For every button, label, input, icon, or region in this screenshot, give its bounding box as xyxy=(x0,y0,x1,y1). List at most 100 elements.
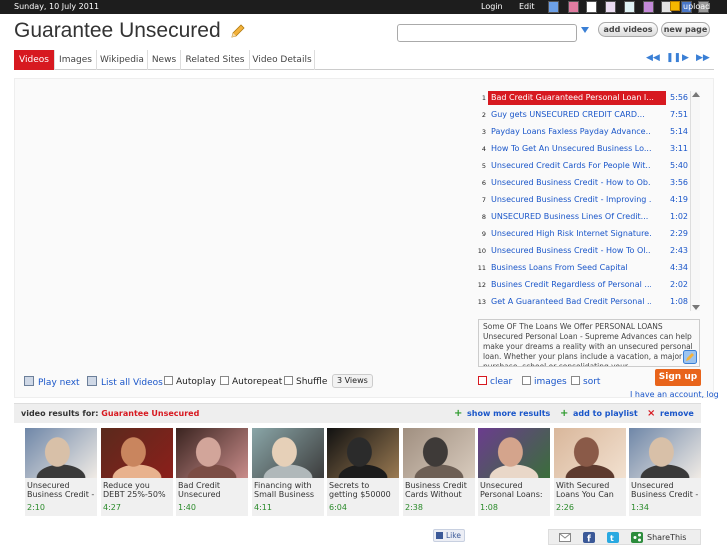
video-thumbnail-image[interactable] xyxy=(176,428,248,478)
video-result-title[interactable]: Reduce you DEBT 25%-50% xyxy=(103,481,172,500)
video-thumbnail-image[interactable] xyxy=(25,428,97,478)
video-result-card[interactable]: Financing with Small Business 4:11 xyxy=(252,428,324,516)
video-result-title[interactable]: Business Credit Cards Without xyxy=(405,481,474,500)
playlist-item[interactable]: 5 Unsecured Credit Cards For People Wit..… xyxy=(476,159,688,174)
playlist-item-title[interactable]: Get A Guaranteed Bad Credit Personal ... xyxy=(491,297,651,306)
video-result-card[interactable]: Unsecured Business Credit - 1:34 xyxy=(629,428,701,516)
new-page-button[interactable]: new page xyxy=(661,22,710,37)
video-thumbnail-image[interactable] xyxy=(252,428,324,478)
images-button[interactable]: images xyxy=(522,376,567,387)
playlist-item[interactable]: 3 Payday Loans Faxless Payday Advance... 5… xyxy=(476,125,688,140)
pencil-edit-icon[interactable] xyxy=(229,24,245,40)
theme-swatch[interactable] xyxy=(643,1,654,13)
playlist-item-title[interactable]: Unsecured High Risk Internet Signature..… xyxy=(491,229,651,238)
video-result-title[interactable]: With Secured Loans You Can xyxy=(556,481,625,500)
video-result-card[interactable]: Secrets to getting $50000 in 80-90 6:04 xyxy=(327,428,399,516)
sharethis-label[interactable]: ShareThis xyxy=(647,533,686,542)
playlist-item-title[interactable]: How To Get An Unsecured Business Lo... xyxy=(491,144,651,153)
playlist-item[interactable]: 12 Busines Credit Regardless of Personal … xyxy=(476,278,688,293)
theme-swatch[interactable] xyxy=(568,1,579,13)
add-videos-button[interactable]: add videos xyxy=(598,22,658,37)
signup-button[interactable]: Sign up xyxy=(655,369,701,386)
theme-swatch[interactable] xyxy=(586,1,597,13)
playlist-item-title[interactable]: Bad Credit Guaranteed Personal Loan I... xyxy=(488,91,666,105)
upload-button[interactable]: upload xyxy=(670,1,710,11)
video-thumbnail-image[interactable] xyxy=(478,428,550,478)
playlist-item[interactable]: 2 Guy gets UNSECURED CREDIT CARD... 7:51 xyxy=(476,108,688,123)
theme-swatch[interactable] xyxy=(548,1,559,13)
video-result-title[interactable]: Secrets to getting $50000 in 80-90 xyxy=(329,481,398,500)
facebook-like-button[interactable]: Like xyxy=(433,529,465,542)
sharethis-icon[interactable] xyxy=(631,532,643,543)
autorepeat-box[interactable] xyxy=(220,376,229,385)
playlist-scrollbar[interactable] xyxy=(690,91,700,311)
playlist-item[interactable]: 1 Bad Credit Guaranteed Personal Loan I..… xyxy=(476,91,688,106)
scroll-down-icon[interactable] xyxy=(692,305,700,310)
add-to-playlist-button[interactable]: + add to playlist xyxy=(560,409,638,419)
clear-button[interactable]: clear xyxy=(478,376,512,387)
video-result-card[interactable]: Business Credit Cards Without 2:38 xyxy=(403,428,475,516)
video-result-title[interactable]: Unsecured Business Credit - xyxy=(631,481,700,500)
previous-icon[interactable]: ◀◀ xyxy=(646,53,660,63)
search-dropdown-arrow-icon[interactable] xyxy=(581,27,589,33)
login-link[interactable]: Login xyxy=(481,2,503,11)
playlist-item[interactable]: 10 Unsecured Business Credit - How To Ol.… xyxy=(476,244,688,259)
playlist-item[interactable]: 4 How To Get An Unsecured Business Lo... 3… xyxy=(476,142,688,157)
playlist-item-title[interactable]: Payday Loans Faxless Payday Advance... xyxy=(491,127,651,136)
playlist-item[interactable]: 11 Business Loans From Seed Capital 4:34 xyxy=(476,261,688,276)
email-share-icon[interactable] xyxy=(559,532,571,543)
tab-images[interactable]: Images xyxy=(55,50,97,70)
playlist-item-title[interactable]: Guy gets UNSECURED CREDIT CARD... xyxy=(491,110,651,119)
play-next-button[interactable]: Play next xyxy=(24,376,80,388)
tab-news[interactable]: News xyxy=(148,50,181,70)
play-icon[interactable]: ▶ xyxy=(682,53,689,63)
tab-video-details[interactable]: Video Details xyxy=(250,50,315,70)
playlist-item-title[interactable]: Business Loans From Seed Capital xyxy=(491,263,651,272)
playlist-item[interactable]: 6 Unsecured Business Credit - How to Ob..… xyxy=(476,176,688,191)
edit-description-icon[interactable] xyxy=(683,350,697,364)
list-all-videos-button[interactable]: List all Videos xyxy=(87,376,163,388)
video-thumbnail-image[interactable] xyxy=(403,428,475,478)
video-result-card[interactable]: Unsecured Business Credit - 2:10 xyxy=(25,428,97,516)
video-result-card[interactable]: Bad Credit Unsecured Loans: Re 1:40 xyxy=(176,428,248,516)
video-result-card[interactable]: With Secured Loans You Can 2:26 xyxy=(554,428,626,516)
autoplay-box[interactable] xyxy=(164,376,173,385)
sort-button[interactable]: sort xyxy=(571,376,600,387)
tab-wikipedia[interactable]: Wikipedia xyxy=(97,50,148,70)
video-thumbnail-image[interactable] xyxy=(629,428,701,478)
video-thumbnail-image[interactable] xyxy=(327,428,399,478)
video-thumbnail-image[interactable] xyxy=(554,428,626,478)
playlist-item-title[interactable]: Busines Credit Regardless of Personal ..… xyxy=(491,280,651,289)
remove-button[interactable]: × remove xyxy=(647,409,694,419)
shuffle-checkbox[interactable]: Shuffle xyxy=(284,376,327,387)
show-more-results-button[interactable]: + show more results xyxy=(454,409,550,419)
scroll-up-icon[interactable] xyxy=(692,92,700,97)
playlist-item[interactable]: 9 Unsecured High Risk Internet Signature.… xyxy=(476,227,688,242)
facebook-share-icon[interactable]: f xyxy=(583,532,595,543)
autorepeat-checkbox[interactable]: Autorepeat xyxy=(220,376,282,387)
search-input[interactable] xyxy=(397,24,577,42)
theme-swatch[interactable] xyxy=(605,1,616,13)
twitter-share-icon[interactable]: t xyxy=(607,532,619,543)
playlist-item-title[interactable]: Unsecured Credit Cards For People Wit... xyxy=(491,161,651,170)
autoplay-checkbox[interactable]: Autoplay xyxy=(164,376,216,387)
next-icon[interactable]: ▶▶ xyxy=(696,53,710,63)
login-account-link[interactable]: I have an account, log xyxy=(630,390,719,399)
playlist-item-title[interactable]: Unsecured Business Credit - How To Ol... xyxy=(491,246,651,255)
playlist-item[interactable]: 13 Get A Guaranteed Bad Credit Personal .… xyxy=(476,295,688,310)
video-result-title[interactable]: Bad Credit Unsecured Loans: Re xyxy=(178,481,247,500)
video-thumbnail-image[interactable] xyxy=(101,428,173,478)
shuffle-box[interactable] xyxy=(284,376,293,385)
edit-link[interactable]: Edit xyxy=(519,2,535,11)
playlist-item-title[interactable]: UNSECURED Business Lines Of Credit... xyxy=(491,212,651,221)
tab-related-sites[interactable]: Related Sites xyxy=(181,50,250,70)
pause-icon[interactable]: ❚❚ xyxy=(666,53,681,63)
playlist-item-title[interactable]: Unsecured Business Credit - How to Ob... xyxy=(491,178,651,187)
video-result-card[interactable]: Unsecured Personal Loans: Get 1:08 xyxy=(478,428,550,516)
playlist-item-title[interactable]: Unsecured Business Credit - Improving ..… xyxy=(491,195,651,204)
video-result-title[interactable]: Financing with Small Business xyxy=(254,481,323,500)
tab-videos[interactable]: Videos xyxy=(14,50,55,70)
video-result-title[interactable]: Unsecured Personal Loans: Get xyxy=(480,481,549,500)
video-result-card[interactable]: Reduce you DEBT 25%-50% 4:27 xyxy=(101,428,173,516)
video-result-title[interactable]: Unsecured Business Credit - xyxy=(27,481,96,500)
